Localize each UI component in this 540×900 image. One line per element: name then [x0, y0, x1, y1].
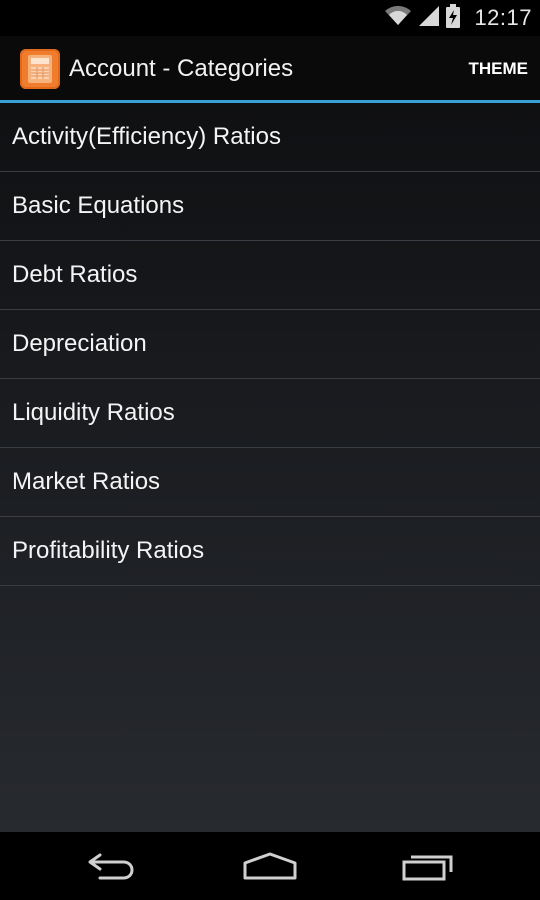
category-label: Basic Equations: [12, 192, 185, 219]
battery-charging-icon: [446, 3, 461, 33]
category-item-debt-ratios[interactable]: Debt Ratios: [0, 241, 540, 310]
theme-button[interactable]: THEME: [467, 36, 531, 100]
category-item-activity-efficiency-ratios[interactable]: Activity(Efficiency) Ratios: [0, 103, 540, 172]
wifi-icon: [384, 5, 412, 32]
category-label: Profitability Ratios: [12, 537, 205, 564]
signal-icon: [418, 5, 440, 32]
category-item-profitability-ratios[interactable]: Profitability Ratios: [0, 517, 540, 586]
category-label: Depreciation: [12, 330, 147, 357]
screen: 12:17 Account - Categories THEME Activit…: [0, 0, 540, 900]
status-icons: 12:17: [384, 0, 532, 36]
category-item-market-ratios[interactable]: Market Ratios: [0, 448, 540, 517]
status-bar: 12:17: [0, 0, 540, 36]
category-label: Debt Ratios: [12, 261, 138, 288]
page-title: Account - Categories: [69, 55, 294, 82]
category-item-depreciation[interactable]: Depreciation: [0, 310, 540, 379]
back-icon[interactable]: [76, 846, 148, 886]
category-label: Activity(Efficiency) Ratios: [12, 123, 281, 150]
category-label: Liquidity Ratios: [12, 399, 175, 426]
home-icon[interactable]: [234, 846, 306, 886]
action-bar: Account - Categories THEME: [0, 36, 540, 100]
calculator-icon[interactable]: [20, 49, 60, 89]
category-label: Market Ratios: [12, 468, 161, 495]
category-list: Activity(Efficiency) Ratios Basic Equati…: [0, 103, 540, 586]
recent-apps-icon[interactable]: [392, 846, 464, 886]
category-list-container: Activity(Efficiency) Ratios Basic Equati…: [0, 103, 540, 832]
category-item-basic-equations[interactable]: Basic Equations: [0, 172, 540, 241]
category-item-liquidity-ratios[interactable]: Liquidity Ratios: [0, 379, 540, 448]
status-time: 12:17: [474, 5, 532, 30]
navigation-bar: [0, 832, 540, 900]
